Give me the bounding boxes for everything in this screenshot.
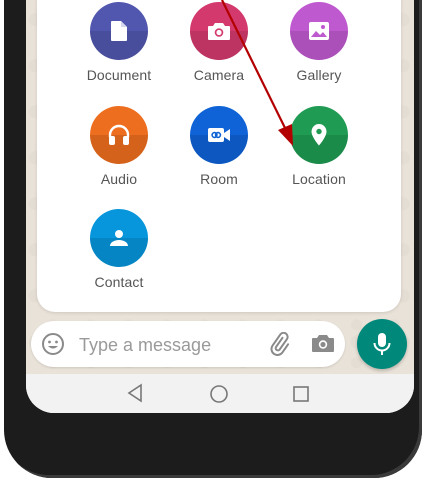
headphones-icon	[108, 124, 130, 145]
attach-location-button[interactable]	[290, 106, 348, 164]
attach-room-button[interactable]	[190, 106, 248, 164]
document-icon	[111, 21, 127, 41]
video-room-icon	[208, 128, 230, 142]
attach-clip-icon[interactable]	[267, 332, 291, 356]
attach-location-item[interactable]: Location	[269, 106, 369, 187]
microphone-icon	[373, 333, 391, 355]
message-input[interactable]	[77, 329, 261, 361]
attachment-menu: Document Camera Gallery Audio Room Locat…	[37, 0, 401, 312]
camera-shortcut-icon[interactable]	[311, 333, 335, 354]
gallery-icon	[309, 22, 329, 40]
message-input-bar	[31, 321, 345, 367]
attach-label: Audio	[100, 171, 138, 187]
attach-camera-button[interactable]	[190, 2, 248, 60]
attach-document-button[interactable]	[90, 2, 148, 60]
attach-audio-item[interactable]: Audio	[69, 106, 169, 187]
attach-label: Location	[292, 171, 346, 187]
attach-audio-button[interactable]	[90, 106, 148, 164]
attach-label: Contact	[94, 274, 144, 290]
attach-contact-item[interactable]: Contact	[69, 209, 169, 290]
attach-gallery-item[interactable]: Gallery	[269, 2, 369, 83]
contact-icon	[110, 230, 128, 246]
camera-icon	[208, 23, 230, 40]
attach-label: Room	[200, 171, 238, 187]
attach-document-item[interactable]: Document	[69, 2, 169, 83]
attach-label: Document	[86, 67, 152, 83]
phone-frame: Document Camera Gallery Audio Room Locat…	[4, 0, 422, 478]
attach-label: Camera	[193, 67, 245, 83]
nav-back-icon[interactable]	[126, 383, 144, 403]
attach-camera-item[interactable]: Camera	[169, 2, 269, 83]
voice-record-button[interactable]	[357, 319, 407, 369]
screen: Document Camera Gallery Audio Room Locat…	[26, 0, 414, 413]
attach-gallery-button[interactable]	[290, 2, 348, 60]
nav-home-icon[interactable]	[209, 384, 229, 404]
attach-contact-button[interactable]	[90, 209, 148, 267]
nav-recents-icon[interactable]	[292, 385, 310, 403]
attach-room-item[interactable]: Room	[169, 106, 269, 187]
location-pin-icon	[311, 124, 327, 146]
attach-label: Gallery	[296, 67, 342, 83]
emoji-icon[interactable]	[41, 332, 65, 356]
system-navigation-bar	[26, 374, 414, 413]
